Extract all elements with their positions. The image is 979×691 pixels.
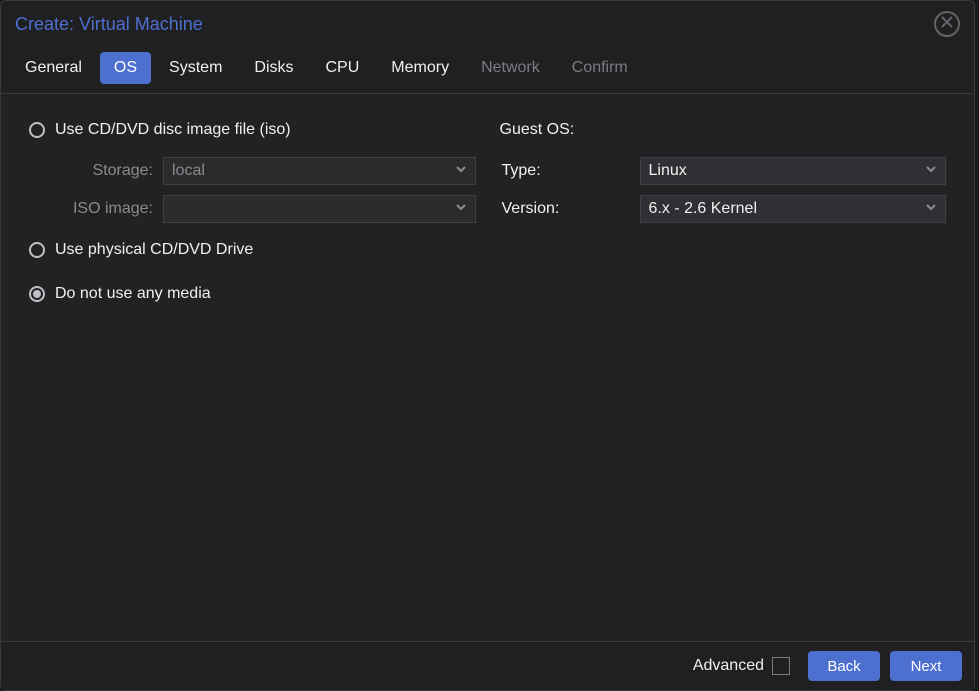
iso-image-row: ISO image: [29,190,476,228]
version-row: Version: 6.x - 2.6 Kernel [500,190,947,228]
chevron-down-icon [925,200,937,218]
tab-os[interactable]: OS [100,52,151,84]
storage-value: local [172,162,205,180]
close-icon [941,15,953,33]
radio-use-physical-drive-label: Use physical CD/DVD Drive [55,241,253,259]
tab-bar: General OS System Disks CPU Memory Netwo… [1,47,974,93]
media-column: Use CD/DVD disc image file (iso) Storage… [29,114,476,621]
chevron-down-icon [925,162,937,180]
footer: Advanced Back Next [1,642,974,690]
advanced-label: Advanced [693,657,764,675]
type-value: Linux [649,162,687,180]
radio-use-iso[interactable]: Use CD/DVD disc image file (iso) [29,114,476,146]
tab-general[interactable]: General [11,52,96,84]
create-vm-window: Create: Virtual Machine General OS Syste… [0,0,975,691]
advanced-toggle[interactable]: Advanced [693,657,790,675]
title-bar: Create: Virtual Machine [1,1,974,47]
close-button[interactable] [934,11,960,37]
storage-label: Storage: [29,162,163,180]
advanced-checkbox[interactable] [772,657,790,675]
radio-no-media-label: Do not use any media [55,285,211,303]
version-label: Version: [500,200,640,218]
tab-memory[interactable]: Memory [377,52,463,84]
guest-os-section-label: Guest OS: [500,114,947,146]
tab-cpu[interactable]: CPU [312,52,374,84]
radio-no-media[interactable]: Do not use any media [29,278,476,310]
version-value: 6.x - 2.6 Kernel [649,200,758,218]
window-title: Create: Virtual Machine [15,14,203,35]
chevron-down-icon [455,162,467,180]
radio-icon [29,242,45,258]
chevron-down-icon [455,200,467,218]
iso-image-label: ISO image: [29,200,163,218]
tab-disks[interactable]: Disks [240,52,307,84]
back-button[interactable]: Back [808,651,880,681]
radio-use-physical-drive[interactable]: Use physical CD/DVD Drive [29,234,476,266]
version-combo[interactable]: 6.x - 2.6 Kernel [640,195,947,223]
radio-icon [29,286,45,302]
type-combo[interactable]: Linux [640,157,947,185]
iso-image-combo[interactable] [163,195,476,223]
tab-system[interactable]: System [155,52,236,84]
next-button[interactable]: Next [890,651,962,681]
tab-network: Network [467,52,554,84]
content-area: Use CD/DVD disc image file (iso) Storage… [1,93,974,642]
storage-row: Storage: local [29,152,476,190]
guest-os-column: Guest OS: Type: Linux Version: 6.x - 2.6… [500,114,947,621]
tab-confirm: Confirm [558,52,642,84]
type-row: Type: Linux [500,152,947,190]
radio-icon [29,122,45,138]
storage-combo[interactable]: local [163,157,476,185]
radio-use-iso-label: Use CD/DVD disc image file (iso) [55,121,291,139]
type-label: Type: [500,162,640,180]
